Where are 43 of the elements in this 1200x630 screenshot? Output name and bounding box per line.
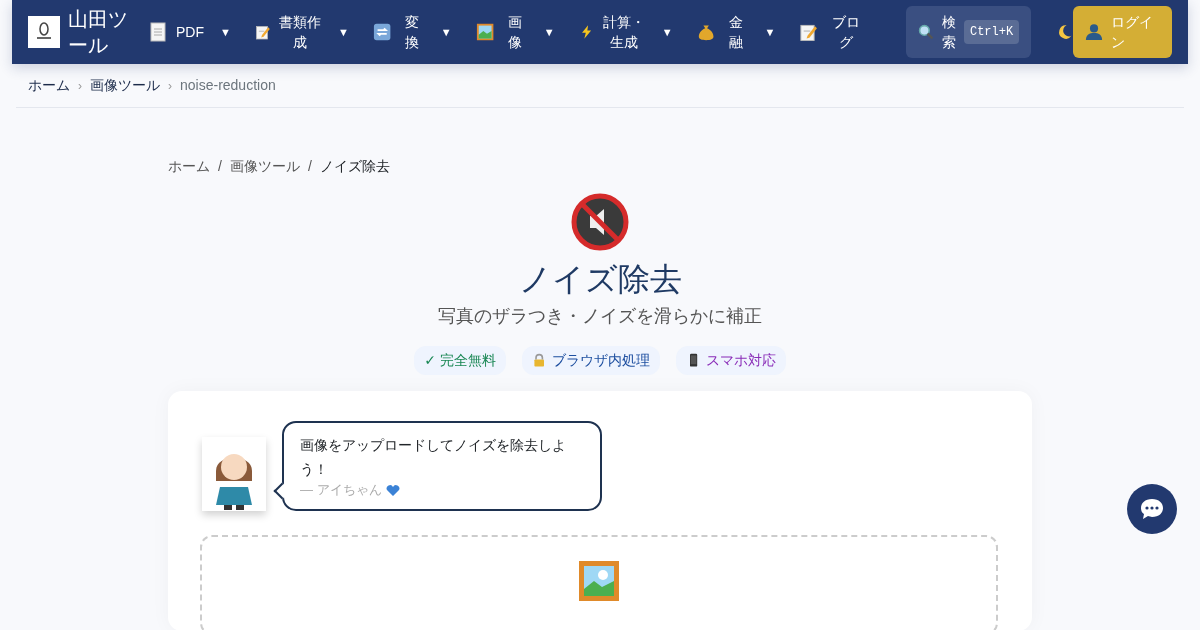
feature-label: ✓ 完全無料 [424,351,496,370]
page-subtitle: 写真のザラつき・ノイズを滑らかに補正 [437,305,763,328]
nav-dropdown[interactable]: 変換 ▼ [364,12,460,52]
breadcrumb-current: noise-reduction [180,76,276,95]
caret-icon: ▼ [440,22,452,42]
memo-pencil-icon [799,22,819,42]
page-title: ノイズ除去 [517,260,683,299]
muted-speaker-icon [571,193,629,251]
user-icon [1084,23,1103,41]
breadcrumb-separator: / [307,158,312,174]
search-icon [917,24,934,40]
breadcrumb-link[interactable]: 画像ツール [90,75,160,96]
breadcrumb-separator: › [78,77,82,95]
chat-icon [1140,498,1164,520]
heart-icon [385,483,400,497]
framed-picture-icon [579,561,619,601]
chat-button[interactable] [1127,484,1177,534]
nav-link[interactable]: ブログ [791,12,874,52]
caret-icon: ▼ [543,22,555,42]
caret-icon: ▼ [220,22,231,42]
breadcrumb-link[interactable]: ホーム [28,75,70,96]
feature-label: スマホ対応 [705,351,776,370]
shortcut-hint: Ctrl+K [963,20,1020,44]
site-name[interactable]: 山田ツール [68,6,132,58]
nav-dropdown[interactable]: 画像 ▼ [467,12,563,52]
document-icon [148,22,168,42]
speech-author: ― アイちゃん [300,481,382,499]
nav-dropdown[interactable]: PDF ▼ [140,22,239,42]
caret-icon: ▼ [764,22,776,42]
arrows-icon [372,22,392,42]
breadcrumb-link[interactable]: 画像ツール [229,158,300,174]
feature-label: ブラウザ内処理 [551,351,650,370]
breadcrumb-separator: / [218,158,222,174]
speech-text: 画像をアップロードしてノイズを除去しよう！ [300,436,567,479]
nav-dropdown[interactable]: 計算・生成 ▼ [570,12,681,52]
breadcrumb-link[interactable]: ホーム [168,158,210,174]
framed-picture-icon [475,22,495,42]
caret-icon: ▼ [661,22,673,42]
nav-dropdown[interactable]: 金融 ▼ [688,12,784,52]
breadcrumb-separator: › [168,77,172,95]
nav-dropdown[interactable]: 書類作成 ▼ [246,12,357,52]
caret-icon: ▼ [338,22,349,42]
breadcrumb-current: ノイズ除去 [319,158,390,174]
